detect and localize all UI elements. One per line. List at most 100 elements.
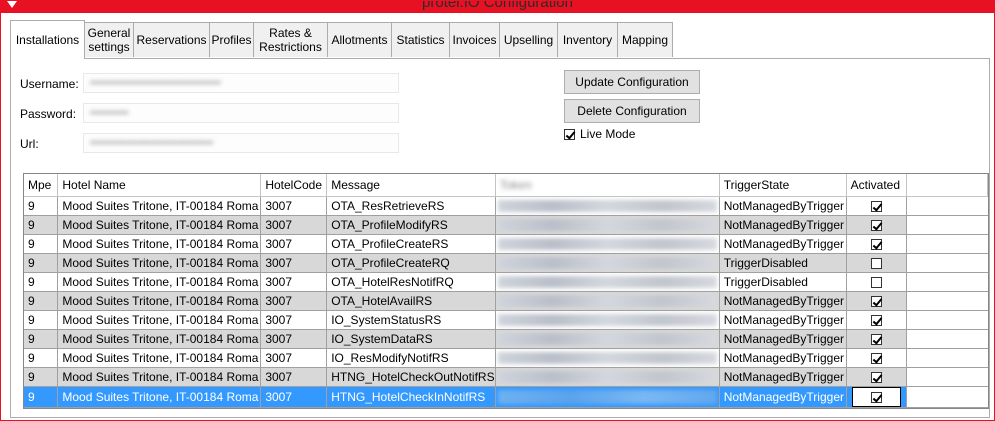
activated-cell[interactable] [846, 253, 907, 273]
tab-rates-restrictions[interactable]: Rates & Restrictions [253, 22, 328, 57]
hotel-code-cell: 3007 [260, 272, 328, 292]
activated-cell[interactable] [846, 196, 907, 216]
token-cell [495, 253, 720, 273]
tab-reservations[interactable]: Reservations [133, 22, 210, 57]
url-field[interactable]: •••••••••••••••••••••••••••••••• [83, 133, 399, 153]
activated-cell[interactable] [846, 234, 907, 254]
trigger-state-cell: NotManagedByTrigger [719, 196, 847, 216]
activated-checkbox[interactable] [870, 296, 882, 308]
hotel-code-cell: 3007 [260, 310, 328, 330]
password-field[interactable]: •••••••••• [83, 103, 399, 123]
filler-cell [906, 215, 988, 235]
activated-checkbox[interactable] [870, 372, 882, 384]
activated-checkbox[interactable] [870, 353, 882, 365]
activated-cell[interactable] [846, 310, 907, 330]
table-row[interactable]: 9 Mood Suites Tritone, IT-00184 Roma 3007 O… [24, 272, 988, 292]
col-header-token[interactable]: Token [495, 174, 720, 197]
live-mode-toggle[interactable]: Live Mode [564, 127, 635, 141]
filler-cell [906, 253, 988, 273]
activated-cell[interactable] [846, 348, 907, 368]
table-row[interactable]: 9 Mood Suites Tritone, IT-00184 Roma 3007 O… [24, 253, 988, 273]
token-cell [495, 234, 720, 254]
username-field[interactable]: •••••••••••••••••••••••••••••••••• [83, 73, 399, 93]
col-header-hotel-code[interactable]: HotelCode [260, 174, 328, 197]
activated-checkbox[interactable] [870, 239, 882, 251]
mpe-cell: 9 [24, 215, 59, 235]
message-cell: IO_ResModifyNotifRS [326, 348, 496, 368]
tab-allotments[interactable]: Allotments [327, 22, 392, 57]
activated-cell[interactable] [846, 272, 907, 292]
mpe-cell: 9 [24, 329, 59, 349]
table-row[interactable]: 9 Mood Suites Tritone, IT-00184 Roma 3007 H… [24, 367, 988, 387]
mpe-cell: 9 [24, 253, 59, 273]
tab-inventory[interactable]: Inventory [557, 22, 618, 57]
hotel-name-cell: Mood Suites Tritone, IT-00184 Roma [57, 272, 262, 292]
activated-cell[interactable] [846, 215, 907, 235]
filler-cell [906, 234, 988, 254]
redacted-token [497, 333, 717, 345]
tab-label: Allotments [331, 33, 388, 47]
mpe-cell: 9 [24, 367, 59, 387]
hotel-code-cell: 3007 [260, 329, 328, 349]
tab-profiles[interactable]: Profiles [209, 22, 254, 57]
activated-cell[interactable] [846, 291, 907, 311]
tab-label: Rates & Restrictions [259, 26, 322, 54]
tab-general-settings[interactable]: General settings [84, 22, 134, 57]
live-mode-checkbox[interactable] [564, 128, 575, 140]
tab-label: Mapping [621, 33, 669, 47]
filler-cell [906, 196, 988, 216]
redacted-token [497, 314, 717, 326]
update-configuration-button[interactable]: Update Configuration [564, 70, 700, 94]
table-row[interactable]: 9 Mood Suites Tritone, IT-00184 Roma 3007 O… [24, 215, 988, 235]
hotel-name-cell: Mood Suites Tritone, IT-00184 Roma [57, 348, 262, 368]
filler-cell [906, 291, 988, 311]
col-header-hotel-name[interactable]: Hotel Name [57, 174, 262, 197]
token-cell [495, 386, 720, 408]
tab-upselling[interactable]: Upselling [499, 22, 558, 57]
token-cell [495, 196, 720, 216]
trigger-state-cell: TriggerDisabled [719, 253, 847, 273]
activated-checkbox[interactable] [870, 334, 882, 346]
tab-label: Upselling [503, 33, 554, 47]
activated-cell[interactable] [846, 386, 907, 408]
table-row[interactable]: 9 Mood Suites Tritone, IT-00184 Roma 3007 I… [24, 329, 988, 349]
activated-checkbox[interactable] [870, 201, 882, 213]
table-row[interactable]: 9 Mood Suites Tritone, IT-00184 Roma 3007 O… [24, 196, 988, 216]
col-header-message[interactable]: Message [326, 174, 496, 197]
messages-grid[interactable]: Mpe Hotel Name HotelCode Message Token T… [23, 173, 989, 409]
message-cell: OTA_ProfileCreateRQ [326, 253, 496, 273]
activated-cell[interactable] [846, 367, 907, 387]
hotel-code-cell: 3007 [260, 215, 328, 235]
activated-checkbox[interactable] [870, 277, 882, 289]
activated-checkbox[interactable] [870, 258, 882, 270]
delete-configuration-button[interactable]: Delete Configuration [564, 99, 700, 123]
trigger-state-cell: NotManagedByTrigger [719, 386, 847, 408]
title-bar[interactable]: protel.IO Configuration [1, 1, 994, 13]
activated-checkbox[interactable] [870, 315, 882, 327]
tab-statistics[interactable]: Statistics [391, 22, 450, 57]
redacted-token [497, 238, 717, 250]
trigger-state-cell: NotManagedByTrigger [719, 215, 847, 235]
url-label: Url: [20, 137, 39, 151]
tab-label: Reservations [136, 33, 207, 47]
tab-installations[interactable]: Installations [10, 20, 85, 59]
col-header-mpe[interactable]: Mpe [24, 174, 59, 197]
trigger-state-cell: NotManagedByTrigger [719, 367, 847, 387]
col-header-trigger-state[interactable]: TriggerState [719, 174, 847, 197]
activated-checkbox[interactable] [870, 392, 882, 404]
token-cell [495, 215, 720, 235]
token-cell [495, 291, 720, 311]
tab-mapping[interactable]: Mapping [617, 22, 673, 57]
table-row[interactable]: 9 Mood Suites Tritone, IT-00184 Roma 3007 O… [24, 234, 988, 254]
col-header-activated[interactable]: Activated [846, 174, 907, 197]
activated-cell[interactable] [846, 329, 907, 349]
tab-label: Profiles [211, 33, 252, 47]
hotel-code-cell: 3007 [260, 196, 328, 216]
activated-checkbox[interactable] [870, 220, 882, 232]
table-row[interactable]: 9 Mood Suites Tritone, IT-00184 Roma 3007 O… [24, 291, 988, 311]
table-row[interactable]: 9 Mood Suites Tritone, IT-00184 Roma 3007 I… [24, 310, 988, 330]
table-row[interactable]: 9 Mood Suites Tritone, IT-00184 Roma 3007 I… [24, 348, 988, 368]
mpe-cell: 9 [24, 348, 59, 368]
table-row[interactable]: 9 Mood Suites Tritone, IT-00184 Roma 3007 H… [24, 386, 988, 408]
tab-invoices[interactable]: Invoices [449, 22, 500, 57]
